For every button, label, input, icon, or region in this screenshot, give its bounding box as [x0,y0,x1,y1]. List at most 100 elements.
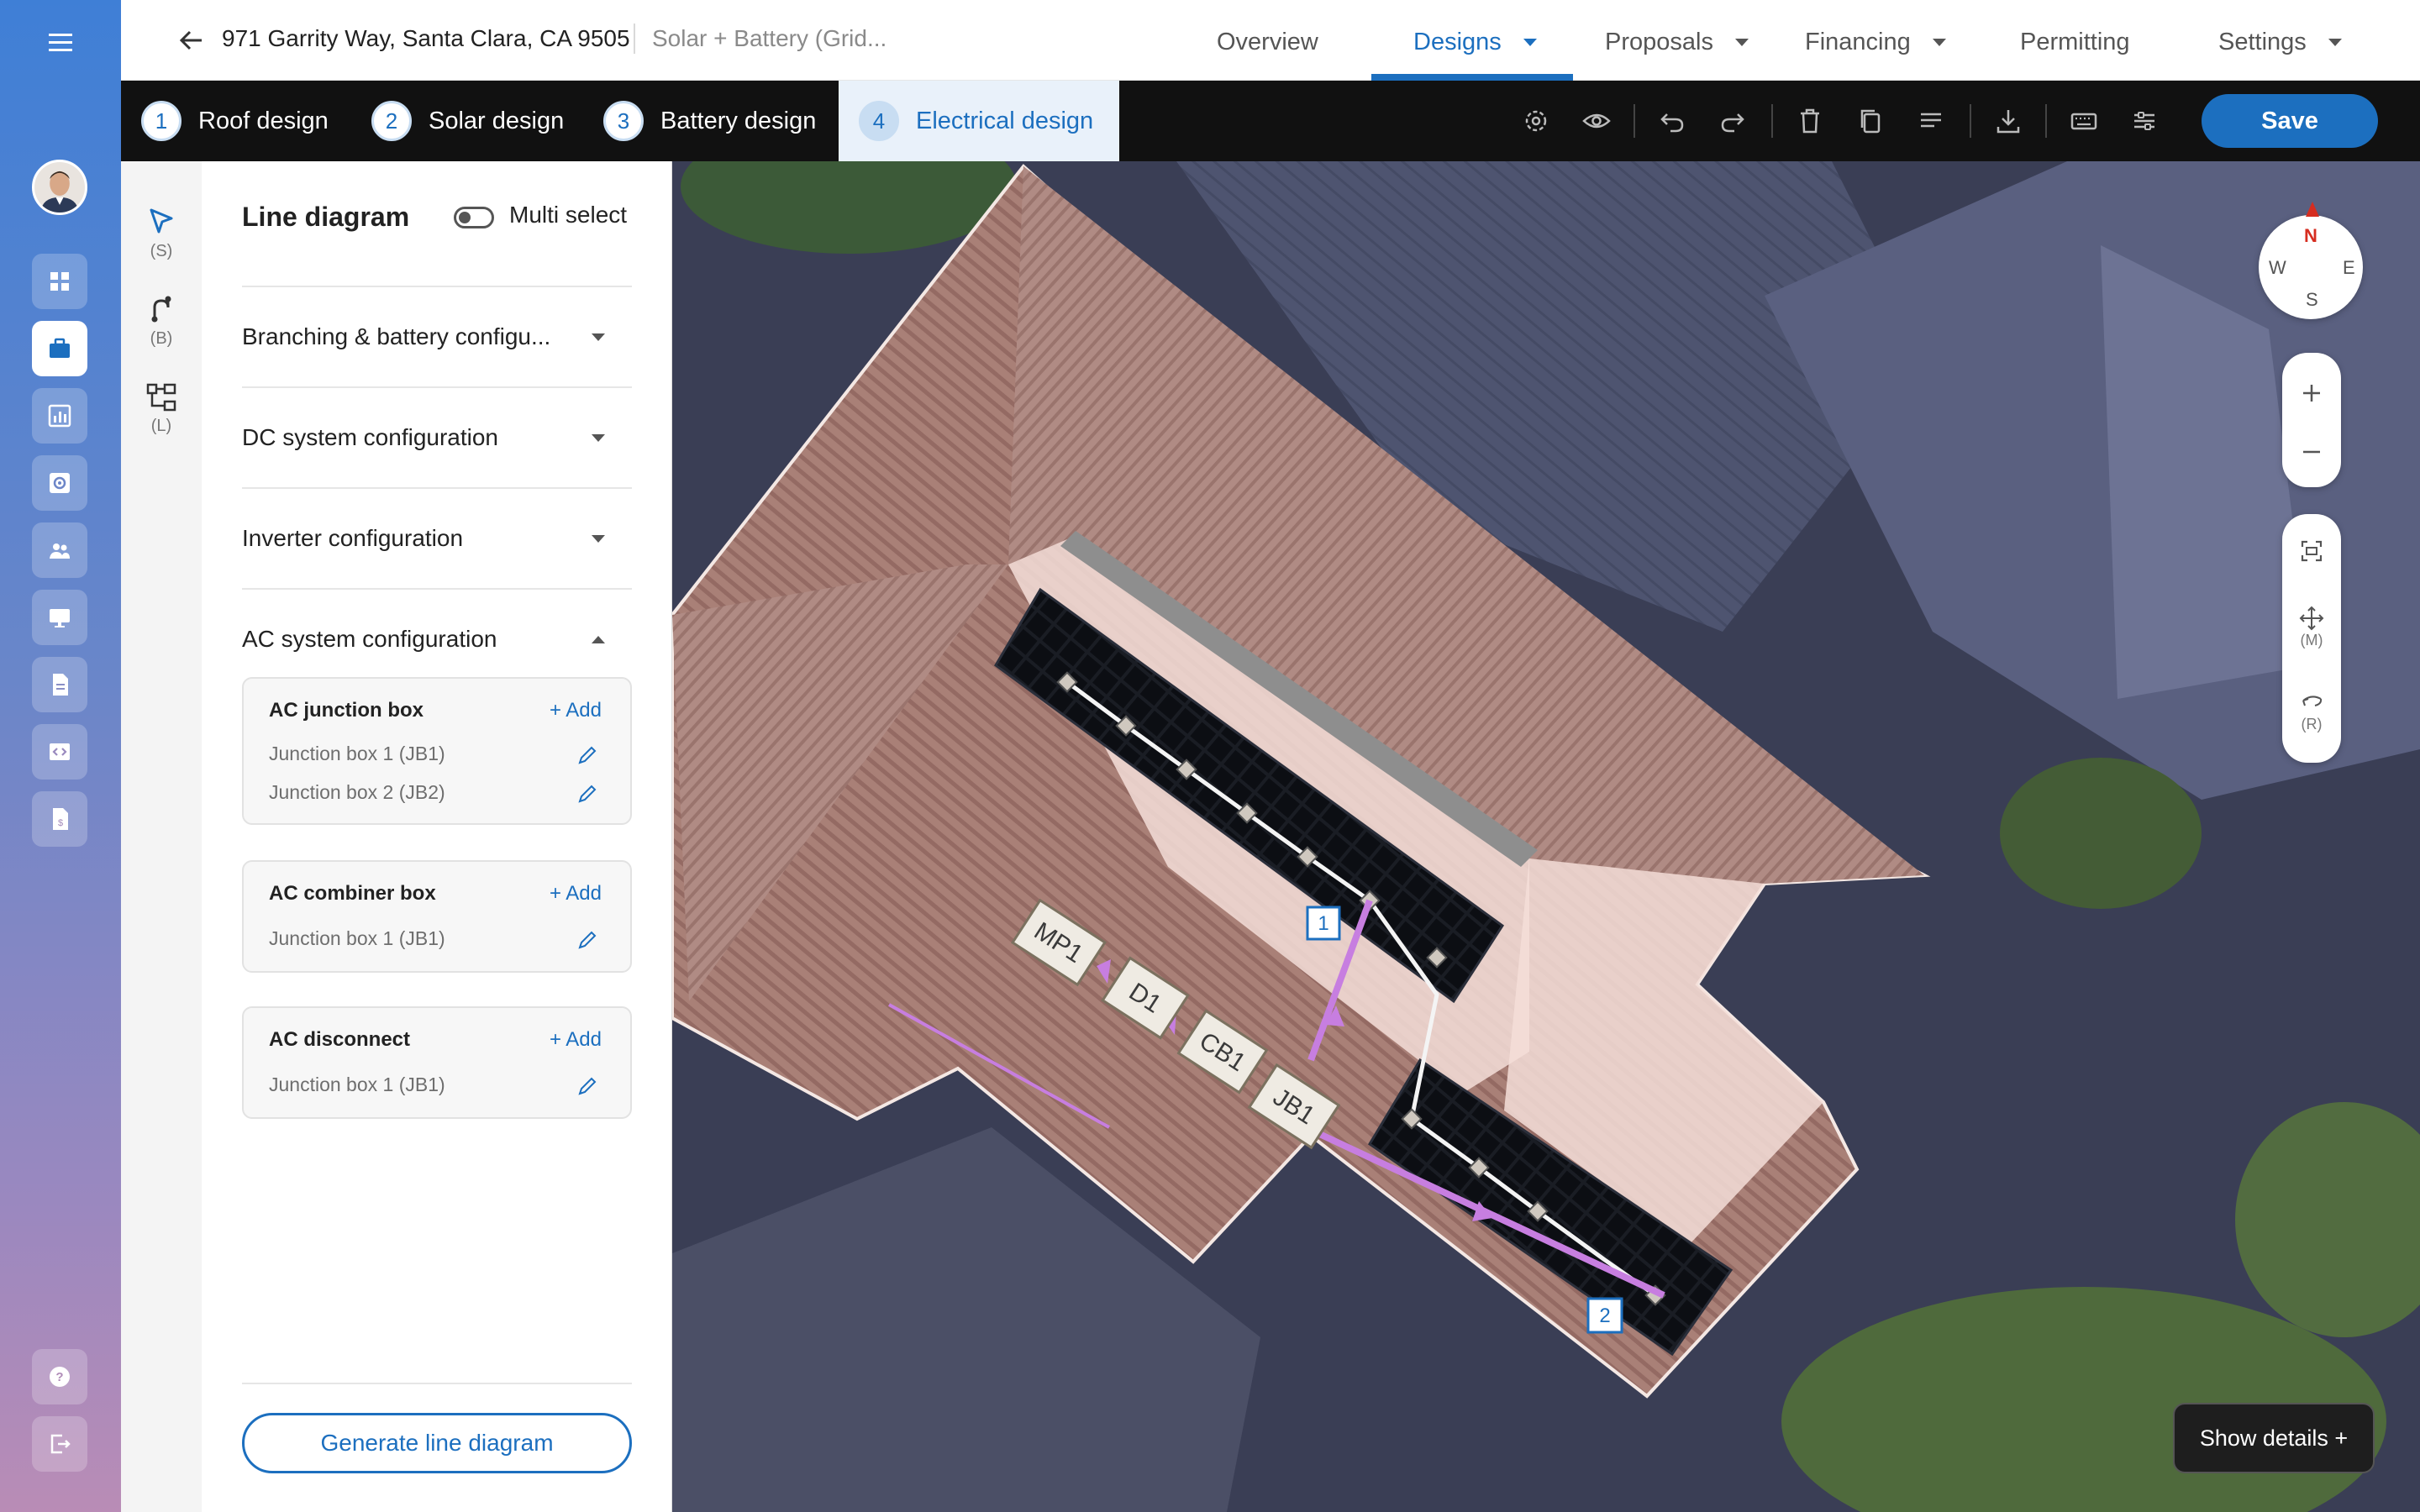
add-junction-box-button[interactable]: + Add [550,699,602,722]
app-nav-rail: $ ? [0,0,121,1512]
add-disconnect-button[interactable]: + Add [550,1028,602,1052]
step-battery-design[interactable]: 3 Battery design [583,81,836,161]
multi-select-toggle[interactable] [454,207,494,228]
minus-icon [2303,450,2320,454]
map-canvas[interactable]: MP1 D1 CB1 JB1 1 2 N W E S (M) (R) Show … [672,161,2420,1512]
edit-pencil-icon[interactable] [576,1075,598,1097]
toolbar-divider [1771,104,1773,138]
wire-tool[interactable]: (B) [121,291,202,349]
nav-documents-button[interactable] [32,657,87,712]
section-ac-system[interactable]: AC system configuration [242,588,632,689]
rotate-tool-button[interactable]: (R) [2282,677,2341,744]
step-label: Electrical design [916,107,1094,134]
eye-icon[interactable] [1580,104,1613,138]
keyboard-icon[interactable] [2067,104,2101,138]
nav-display-button[interactable] [32,590,87,645]
chevron-up-icon [592,635,605,643]
nav-code-button[interactable] [32,724,87,780]
step-number: 4 [859,101,899,141]
list-item: Junction box 2 (JB2) [269,781,445,803]
select-tool[interactable]: (S) [121,203,202,261]
compass-south: S [2306,289,2318,310]
chevron-down-icon [1523,39,1537,46]
toolbar-divider [1970,104,1971,138]
step-roof-design[interactable]: 1 Roof design [121,81,349,161]
chevron-down-icon [592,433,605,442]
svg-text:$: $ [58,818,63,828]
save-button[interactable]: Save [2202,94,2378,148]
string-number: 1 [1318,912,1328,935]
card-title: AC disconnect [269,1028,411,1051]
redo-icon[interactable] [1716,104,1749,138]
nav-settings-button[interactable] [32,455,87,511]
sliders-icon[interactable] [2128,104,2161,138]
move-tool-button[interactable]: (M) [2282,593,2341,660]
wire-icon [151,296,171,323]
multi-select-label: Multi select [509,202,628,228]
tab-permitting[interactable]: Permitting [2020,29,2130,56]
zoom-in-button[interactable] [2282,368,2341,418]
section-label: DC system configuration [242,424,499,450]
tab-settings[interactable]: Settings [2218,29,2342,56]
back-arrow-icon[interactable] [175,24,208,57]
tab-overview[interactable]: Overview [1217,29,1318,56]
nav-analytics-button[interactable] [32,388,87,444]
nav-projects-button[interactable] [32,321,87,376]
design-step-bar: 1 Roof design 2 Solar design 3 Battery d… [121,81,2420,161]
nav-invoices-button[interactable]: $ [32,791,87,847]
step-solar-design[interactable]: 2 Solar design [351,81,584,161]
copy-icon[interactable] [1854,104,1887,138]
list-item: Junction box 1 (JB1) [269,743,445,764]
cursor-icon [150,208,173,234]
bar-chart-icon [48,404,71,428]
generate-line-diagram-button[interactable]: Generate line diagram [242,1413,632,1473]
nav-help-button[interactable]: ? [32,1349,87,1404]
add-combiner-box-button[interactable]: + Add [550,882,602,906]
nav-team-button[interactable] [32,522,87,578]
plus-icon [2303,385,2320,402]
user-avatar[interactable] [32,160,87,215]
section-dc-system[interactable]: DC system configuration [242,386,632,487]
edit-pencil-icon[interactable] [576,783,598,805]
line-diagram-tool[interactable]: (L) [121,378,202,436]
tab-financing[interactable]: Financing [1805,29,1946,56]
edit-pencil-icon[interactable] [576,744,598,766]
toolbar-divider [2045,104,2047,138]
aerial-roof-view[interactable]: MP1 D1 CB1 JB1 1 2 [672,161,2420,1512]
string-number: 2 [1599,1305,1610,1327]
step-number: 1 [141,101,182,141]
undo-icon[interactable] [1655,104,1689,138]
chevron-down-icon [592,534,605,543]
section-inverter[interactable]: Inverter configuration [242,487,632,588]
drawing-tools-strip: (S) (B) (L) [121,161,202,1512]
compass[interactable]: N W E S [2259,202,2363,319]
ac-junction-box-card: AC junction box + Add Junction box 1 (JB… [242,677,632,825]
trash-icon[interactable] [1793,104,1827,138]
rotate-shortcut: (R) [2301,715,2323,732]
tool-shortcut: (L) [150,417,172,435]
help-icon: ? [50,1367,70,1387]
tab-proposals[interactable]: Proposals [1605,29,1749,56]
zoom-out-button[interactable] [2282,427,2341,477]
move-icon [2299,606,2324,630]
show-details-button[interactable]: Show details + [2173,1403,2375,1473]
string-label-1[interactable]: 1 [1306,906,1341,941]
fit-to-screen-button[interactable] [2282,526,2341,576]
step-number: 2 [371,101,412,141]
download-icon[interactable] [1991,104,2025,138]
nav-logout-button[interactable] [32,1416,87,1472]
edit-pencil-icon[interactable] [576,929,598,951]
nav-dashboard-button[interactable] [32,254,87,309]
align-icon[interactable] [1914,104,1948,138]
fit-screen-icon [2301,540,2323,562]
step-label: Solar design [429,107,565,134]
tab-designs[interactable]: Designs [1413,29,1537,56]
string-label-2[interactable]: 2 [1586,1297,1623,1334]
list-item: Junction box 1 (JB1) [269,927,445,949]
top-header: 971 Garrity Way, Santa Clara, CA 9505 So… [121,0,2420,81]
hamburger-menu-icon[interactable] [44,25,77,59]
toolbar-divider [1634,104,1635,138]
step-electrical-design[interactable]: 4 Electrical design [839,81,1119,161]
section-branching-battery[interactable]: Branching & battery configu... [242,286,632,386]
settings-icon[interactable] [1519,104,1553,138]
